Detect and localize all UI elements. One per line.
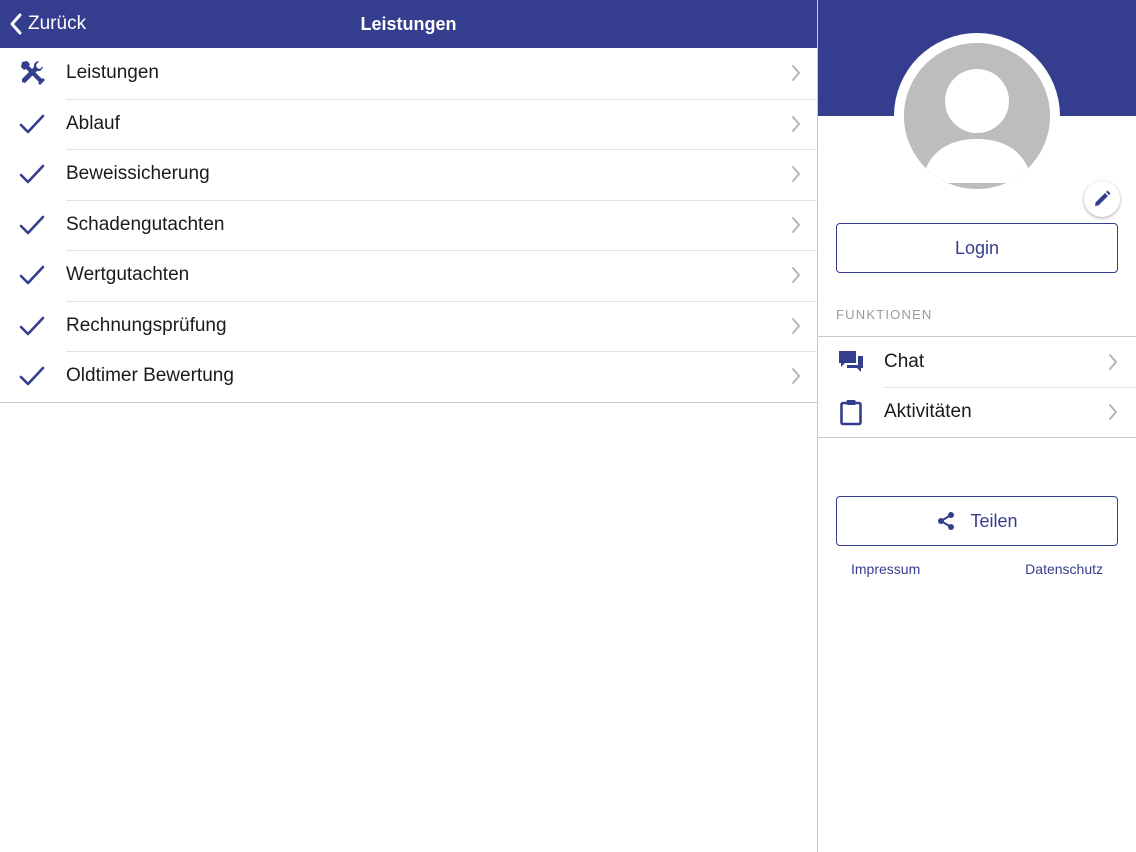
chevron-right-icon	[1109, 354, 1117, 370]
functions-section-label: FUNKTIONEN	[836, 307, 933, 322]
list-item-label: Ablauf	[66, 112, 120, 134]
edit-avatar-button[interactable]	[1084, 181, 1120, 217]
function-item-aktivitaeten[interactable]: Aktivitäten	[818, 387, 1136, 437]
chevron-right-icon	[792, 267, 800, 284]
datenschutz-link[interactable]: Datenschutz	[1025, 561, 1103, 577]
share-button[interactable]: Teilen	[836, 496, 1118, 546]
function-item-label: Aktivitäten	[884, 401, 972, 422]
functions-list: Chat Aktivitäten	[818, 336, 1136, 438]
login-button[interactable]: Login	[836, 223, 1118, 273]
function-item-chat[interactable]: Chat	[818, 337, 1136, 387]
share-label: Teilen	[970, 510, 1018, 531]
list-item-label: Leistungen	[66, 62, 159, 84]
tools-icon	[0, 48, 66, 99]
chevron-left-icon	[10, 13, 22, 35]
list-item-label: Wertgutachten	[66, 264, 190, 286]
detail-pane: Zurück Leistungen Leistungen Ablauf Bewe…	[0, 0, 817, 852]
chevron-right-icon	[792, 216, 800, 233]
list-item-leistungen[interactable]: Leistungen	[0, 48, 817, 99]
list-item-schadengutachten[interactable]: Schadengutachten	[0, 199, 817, 251]
list-item-ablauf[interactable]: Ablauf	[0, 98, 817, 150]
check-icon	[0, 351, 66, 402]
function-item-label: Chat	[884, 351, 925, 372]
list-item-label: Schadengutachten	[66, 213, 225, 235]
pencil-icon	[1095, 190, 1111, 206]
avatar-frame	[894, 33, 1120, 217]
login-label: Login	[954, 237, 1000, 258]
list-item-label: Oldtimer Bewertung	[66, 365, 234, 387]
back-label: Zurück	[28, 13, 87, 34]
list-item-label: Beweissicherung	[66, 163, 210, 185]
chevron-right-icon	[792, 115, 800, 132]
chevron-right-icon	[1109, 404, 1117, 420]
back-button[interactable]: Zurück	[8, 0, 86, 48]
chat-icon	[818, 348, 884, 376]
impressum-link[interactable]: Impressum	[851, 561, 920, 577]
clipboard-icon	[818, 398, 884, 426]
list-item-beweissicherung[interactable]: Beweissicherung	[0, 149, 817, 200]
check-icon	[0, 301, 66, 352]
side-menu: Login FUNKTIONEN Chat Aktivitäten Teilen…	[818, 0, 1136, 852]
list-item-label: Rechnungsprüfung	[66, 314, 227, 336]
list-item-wertgutachten[interactable]: Wertgutachten	[0, 250, 817, 301]
check-icon	[0, 149, 66, 200]
navigation-bar: Zurück Leistungen	[0, 0, 817, 48]
list-item-rechnungspruefung[interactable]: Rechnungsprüfung	[0, 300, 817, 352]
chevron-right-icon	[792, 368, 800, 385]
chevron-right-icon	[792, 317, 800, 334]
chevron-right-icon	[792, 65, 800, 82]
page-title: Leistungen	[360, 14, 457, 34]
check-icon	[0, 200, 66, 251]
check-icon	[0, 99, 66, 150]
check-icon	[0, 250, 66, 301]
share-icon	[938, 512, 955, 530]
user-avatar-icon[interactable]	[904, 43, 1050, 189]
chevron-right-icon	[792, 166, 800, 183]
services-list: Leistungen Ablauf Beweissicherung Schade…	[0, 48, 817, 403]
list-item-oldtimer-bewertung[interactable]: Oldtimer Bewertung	[0, 351, 817, 402]
